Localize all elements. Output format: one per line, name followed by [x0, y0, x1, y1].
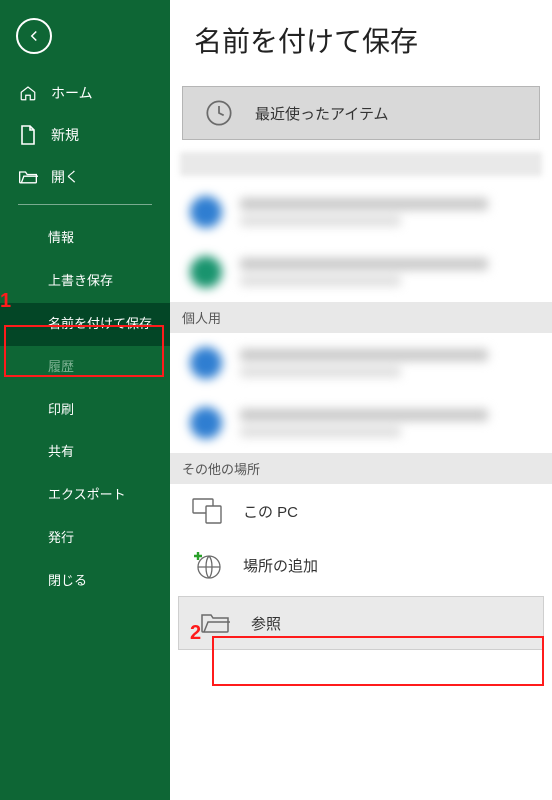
sidebar-item-label: ホーム — [51, 83, 93, 103]
arrow-left-icon — [25, 27, 43, 45]
sidebar-item-save-as[interactable]: 名前を付けて保存 — [0, 303, 170, 346]
sidebar-item-open[interactable]: 開く — [0, 156, 170, 198]
sidebar-item-export[interactable]: エクスポート — [0, 474, 170, 517]
open-folder-icon — [18, 167, 38, 187]
section-header-redacted — [180, 152, 542, 176]
sidebar-item-info[interactable]: 情報 — [0, 217, 170, 260]
location-this-pc[interactable]: この PC — [170, 484, 552, 538]
sidebar-item-print[interactable]: 印刷 — [0, 389, 170, 432]
sidebar-item-save[interactable]: 上書き保存 — [0, 260, 170, 303]
add-place-icon — [191, 549, 223, 581]
this-pc-icon — [191, 495, 223, 527]
section-header-other: その他の場所 — [170, 453, 552, 484]
redacted-item — [170, 242, 552, 302]
location-add-place[interactable]: 場所の追加 — [170, 538, 552, 592]
browse-folder-icon — [199, 607, 231, 639]
recent-items-option[interactable]: 最近使ったアイテム — [182, 86, 540, 140]
sidebar-divider — [18, 204, 152, 205]
sidebar-item-close[interactable]: 閉じる — [0, 560, 170, 603]
list-item-label: 場所の追加 — [243, 555, 318, 576]
main-panel: 名前を付けて保存 最近使ったアイテム 個人用 その他の場所 この PC 場所の追 — [170, 0, 552, 800]
sidebar-item-label: 新規 — [51, 125, 79, 145]
sidebar-item-label: 開く — [51, 167, 79, 187]
list-item-label: 参照 — [251, 613, 281, 634]
sidebar-item-home[interactable]: ホーム — [0, 72, 170, 114]
home-icon — [18, 83, 38, 103]
location-browse[interactable]: 参照 — [178, 596, 544, 650]
redacted-item — [170, 182, 552, 242]
sidebar-item-history: 履歴 — [0, 346, 170, 389]
redacted-item — [170, 393, 552, 453]
backstage-sidebar: ホーム 新規 開く 情報 上書き保存 名前を付けて保存 履歴 印刷 共有 エ — [0, 0, 170, 800]
annotation-number-2: 2 — [190, 622, 201, 645]
section-header-personal: 個人用 — [170, 302, 552, 333]
sidebar-item-share[interactable]: 共有 — [0, 431, 170, 474]
page-title: 名前を付けて保存 — [170, 0, 552, 86]
list-item-label: 最近使ったアイテム — [255, 103, 389, 124]
new-file-icon — [18, 125, 38, 145]
list-item-label: この PC — [243, 501, 298, 522]
clock-icon — [203, 97, 235, 129]
sidebar-item-new[interactable]: 新規 — [0, 114, 170, 156]
back-button[interactable] — [16, 18, 52, 54]
redacted-item — [170, 333, 552, 393]
sidebar-item-publish[interactable]: 発行 — [0, 517, 170, 560]
annotation-number-1: 1 — [0, 290, 11, 313]
